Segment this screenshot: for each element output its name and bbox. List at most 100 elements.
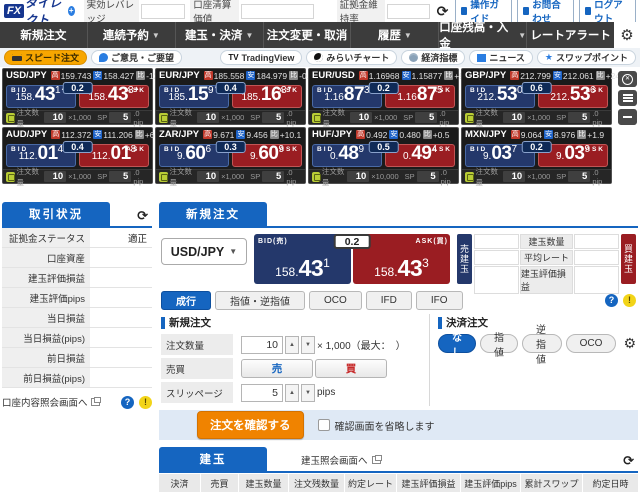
sell-position-tab[interactable]: 売建玉 [457, 234, 472, 284]
refresh-icon[interactable]: ⟳ [623, 453, 638, 471]
toolbar-pill[interactable]: ★ スワップポイント [536, 50, 636, 65]
lock-icon[interactable] [6, 171, 15, 182]
qty-value[interactable]: 10 [350, 112, 373, 123]
list-view-icon[interactable] [618, 90, 637, 106]
refresh-icon[interactable]: ⟳ [437, 3, 449, 20]
tab-positions[interactable]: 建玉 [159, 447, 267, 471]
positions-inquiry-link[interactable]: 建玉照会画面へ [301, 453, 382, 471]
positions-column-header[interactable]: 注文残数量 [289, 474, 345, 492]
pair-select[interactable]: USD/JPY ▼ [161, 238, 247, 265]
fx-trading-app: FX ダイレクト + 実効レバレッジ 口座清算価値 証拠金維持率 ⟳ 操作ガイド… [0, 0, 640, 494]
lock-icon[interactable] [6, 112, 15, 123]
status-row-value [90, 308, 152, 327]
qty-value[interactable]: 10 [197, 171, 220, 182]
sp-value[interactable]: 5 [109, 112, 132, 123]
close-icon[interactable]: ✕ [618, 71, 637, 87]
status-row-label: 前日損益 [2, 348, 90, 367]
sp-value[interactable]: 5 [109, 171, 132, 182]
slippage-up-icon[interactable]: ▲ [285, 383, 299, 402]
close-order-settings-gear-icon[interactable]: ⚙ [623, 335, 636, 352]
nav-item[interactable]: 口座残高・入金 ▼ [438, 22, 527, 50]
nav-item[interactable]: レートアラート [526, 22, 614, 48]
order-type-tab[interactable]: 指値・逆指値 [215, 291, 305, 310]
nav-item[interactable]: 建玉・決済 ▼ [174, 22, 263, 48]
quantity-down-icon[interactable]: ▼ [301, 335, 315, 354]
toolbar-pill[interactable]: スピード注文 [4, 50, 88, 65]
buy-position-tab[interactable]: 買建玉 [621, 234, 636, 284]
sell-button[interactable]: 売 [241, 359, 313, 378]
positions-column-header[interactable]: 約定日時 [583, 474, 638, 492]
toolbar-pill[interactable]: みらいチャート [306, 50, 398, 65]
quantity-input[interactable]: 10 [241, 335, 283, 354]
refresh-icon[interactable]: ⟳ [137, 208, 152, 226]
account-detail-link[interactable]: 口座内容照会画面へ [2, 395, 88, 409]
ask-price-pre: 112. [91, 151, 111, 162]
chevron-down-icon: ▼ [518, 30, 527, 40]
positions-column-header[interactable]: 売買 [201, 474, 239, 492]
order-type-tab[interactable]: IFO [415, 291, 463, 310]
skip-confirm-checkbox[interactable] [317, 419, 330, 431]
close-order-option[interactable]: 逆指値 [522, 325, 562, 366]
lock-icon[interactable] [159, 171, 168, 182]
lock-icon[interactable] [312, 112, 321, 123]
lock-icon[interactable] [312, 171, 321, 182]
qty-value[interactable]: 10 [44, 112, 67, 123]
order-type-tab[interactable]: 成行 [161, 291, 211, 310]
toolbar-pill[interactable]: ご意見・ご要望 [91, 50, 183, 65]
toolbar-pill[interactable]: TV TradingView [220, 50, 303, 65]
ask-label: ASK(買) [415, 238, 448, 245]
order-type-tab[interactable]: OCO [309, 291, 362, 310]
sp-value[interactable]: 5 [416, 171, 439, 182]
positions-column-header[interactable]: 建玉数量 [239, 474, 289, 492]
bid-price-big: 15 [187, 84, 209, 105]
close-order-option[interactable]: なし [438, 333, 476, 359]
sp-value[interactable]: 5 [262, 112, 285, 123]
summary-row: 建玉数量 [474, 234, 619, 249]
positions-column-header[interactable]: 累計スワップ [521, 474, 583, 492]
slippage-down-icon[interactable]: ▼ [301, 383, 315, 402]
bid-price-pre: 158. [15, 92, 35, 103]
help-icon[interactable]: ? [605, 294, 618, 307]
nav-item[interactable]: 履歴 ▼ [350, 22, 438, 48]
nav-item-label: 連続予約 [102, 30, 149, 42]
lock-icon[interactable] [465, 171, 474, 182]
close-order-option[interactable]: 指値 [480, 333, 518, 359]
sp-value[interactable]: 5 [568, 171, 591, 182]
settings-gear-icon[interactable]: ⚙ [614, 22, 640, 48]
sp-value[interactable]: 5 [262, 171, 285, 182]
sp-value[interactable]: 5 [415, 112, 438, 123]
slippage-input[interactable]: 5 [241, 383, 283, 402]
qty-value[interactable]: 10 [347, 171, 370, 182]
lock-icon[interactable] [465, 112, 474, 123]
qty-value[interactable]: 10 [503, 112, 526, 123]
nav-item[interactable]: 注文変更・取消 [262, 22, 351, 48]
buy-button[interactable]: 買 [315, 359, 387, 378]
tab-new-order[interactable]: 新規注文 [159, 202, 267, 226]
toolbar-pill[interactable]: 経済指標 [401, 50, 466, 65]
nav-item[interactable]: 連続予約 ▼ [86, 22, 175, 48]
new-order-heading: 新規注文 [161, 315, 429, 330]
positions-column-header[interactable]: 建玉評価pips [461, 474, 521, 492]
qty-value[interactable]: 10 [197, 112, 220, 123]
lock-icon[interactable] [159, 112, 168, 123]
toolbar-pill[interactable]: ニュース [469, 50, 533, 65]
quantity-up-icon[interactable]: ▲ [285, 335, 299, 354]
qty-value[interactable]: 10 [44, 171, 67, 182]
positions-column-header[interactable]: 約定レート [345, 474, 397, 492]
help-icon[interactable]: ? [121, 395, 134, 409]
confirm-order-button[interactable]: 注文を確認する [197, 411, 304, 439]
positions-column-header[interactable]: 建玉評価損益 [397, 474, 461, 492]
alert-icon[interactable]: ! [623, 294, 636, 307]
status-row-value [90, 348, 152, 367]
close-order-option[interactable]: OCO [565, 334, 617, 353]
alert-icon[interactable]: ! [139, 395, 152, 409]
order-type-tab[interactable]: IFD [365, 291, 412, 310]
positions-column-header[interactable]: 決済 [159, 474, 201, 492]
nav-item[interactable]: 新規注文 [0, 22, 87, 48]
qty-value[interactable]: 10 [503, 171, 526, 182]
sp-value[interactable]: 5 [568, 112, 591, 123]
minimize-icon[interactable] [618, 109, 637, 125]
tab-trade-status[interactable]: 取引状況 [2, 202, 110, 226]
bid-price-sub: 9 [358, 144, 365, 155]
low-icon: 安 [552, 71, 562, 80]
